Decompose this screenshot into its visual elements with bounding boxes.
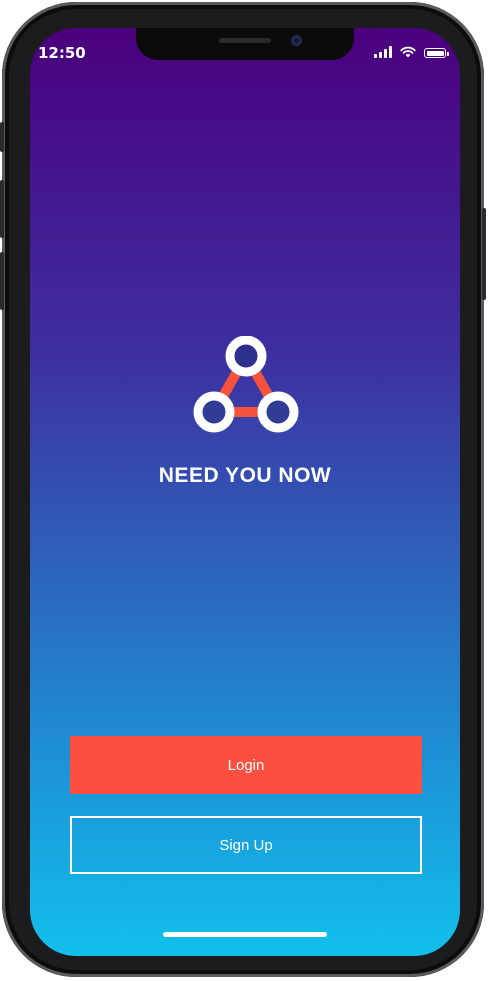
login-button-label: Login	[227, 756, 265, 774]
app-logo-icon	[193, 336, 299, 433]
volume-down-button	[0, 252, 4, 310]
sign-up-button[interactable]: Sign Up	[70, 816, 422, 874]
phone-frame: 12:50 NEED YOU NOW Login Sign Up	[0, 2, 486, 977]
volume-up-button	[0, 180, 4, 238]
power-button	[482, 208, 486, 300]
earpiece-speaker	[219, 38, 271, 43]
home-indicator[interactable]	[163, 932, 327, 937]
app-screen: 12:50 NEED YOU NOW Login Sign Up	[30, 28, 460, 956]
wifi-icon	[400, 46, 416, 58]
front-camera	[291, 35, 302, 46]
login-button[interactable]: Login	[70, 736, 422, 794]
app-name-title: NEED YOU NOW	[158, 464, 332, 487]
cellular-signal-icon	[374, 46, 392, 58]
notch	[136, 28, 354, 60]
status-time: 12:50	[38, 44, 86, 62]
mute-switch	[0, 122, 4, 152]
sign-up-button-label: Sign Up	[219, 836, 273, 854]
status-icons	[374, 46, 449, 58]
battery-icon	[424, 48, 449, 58]
